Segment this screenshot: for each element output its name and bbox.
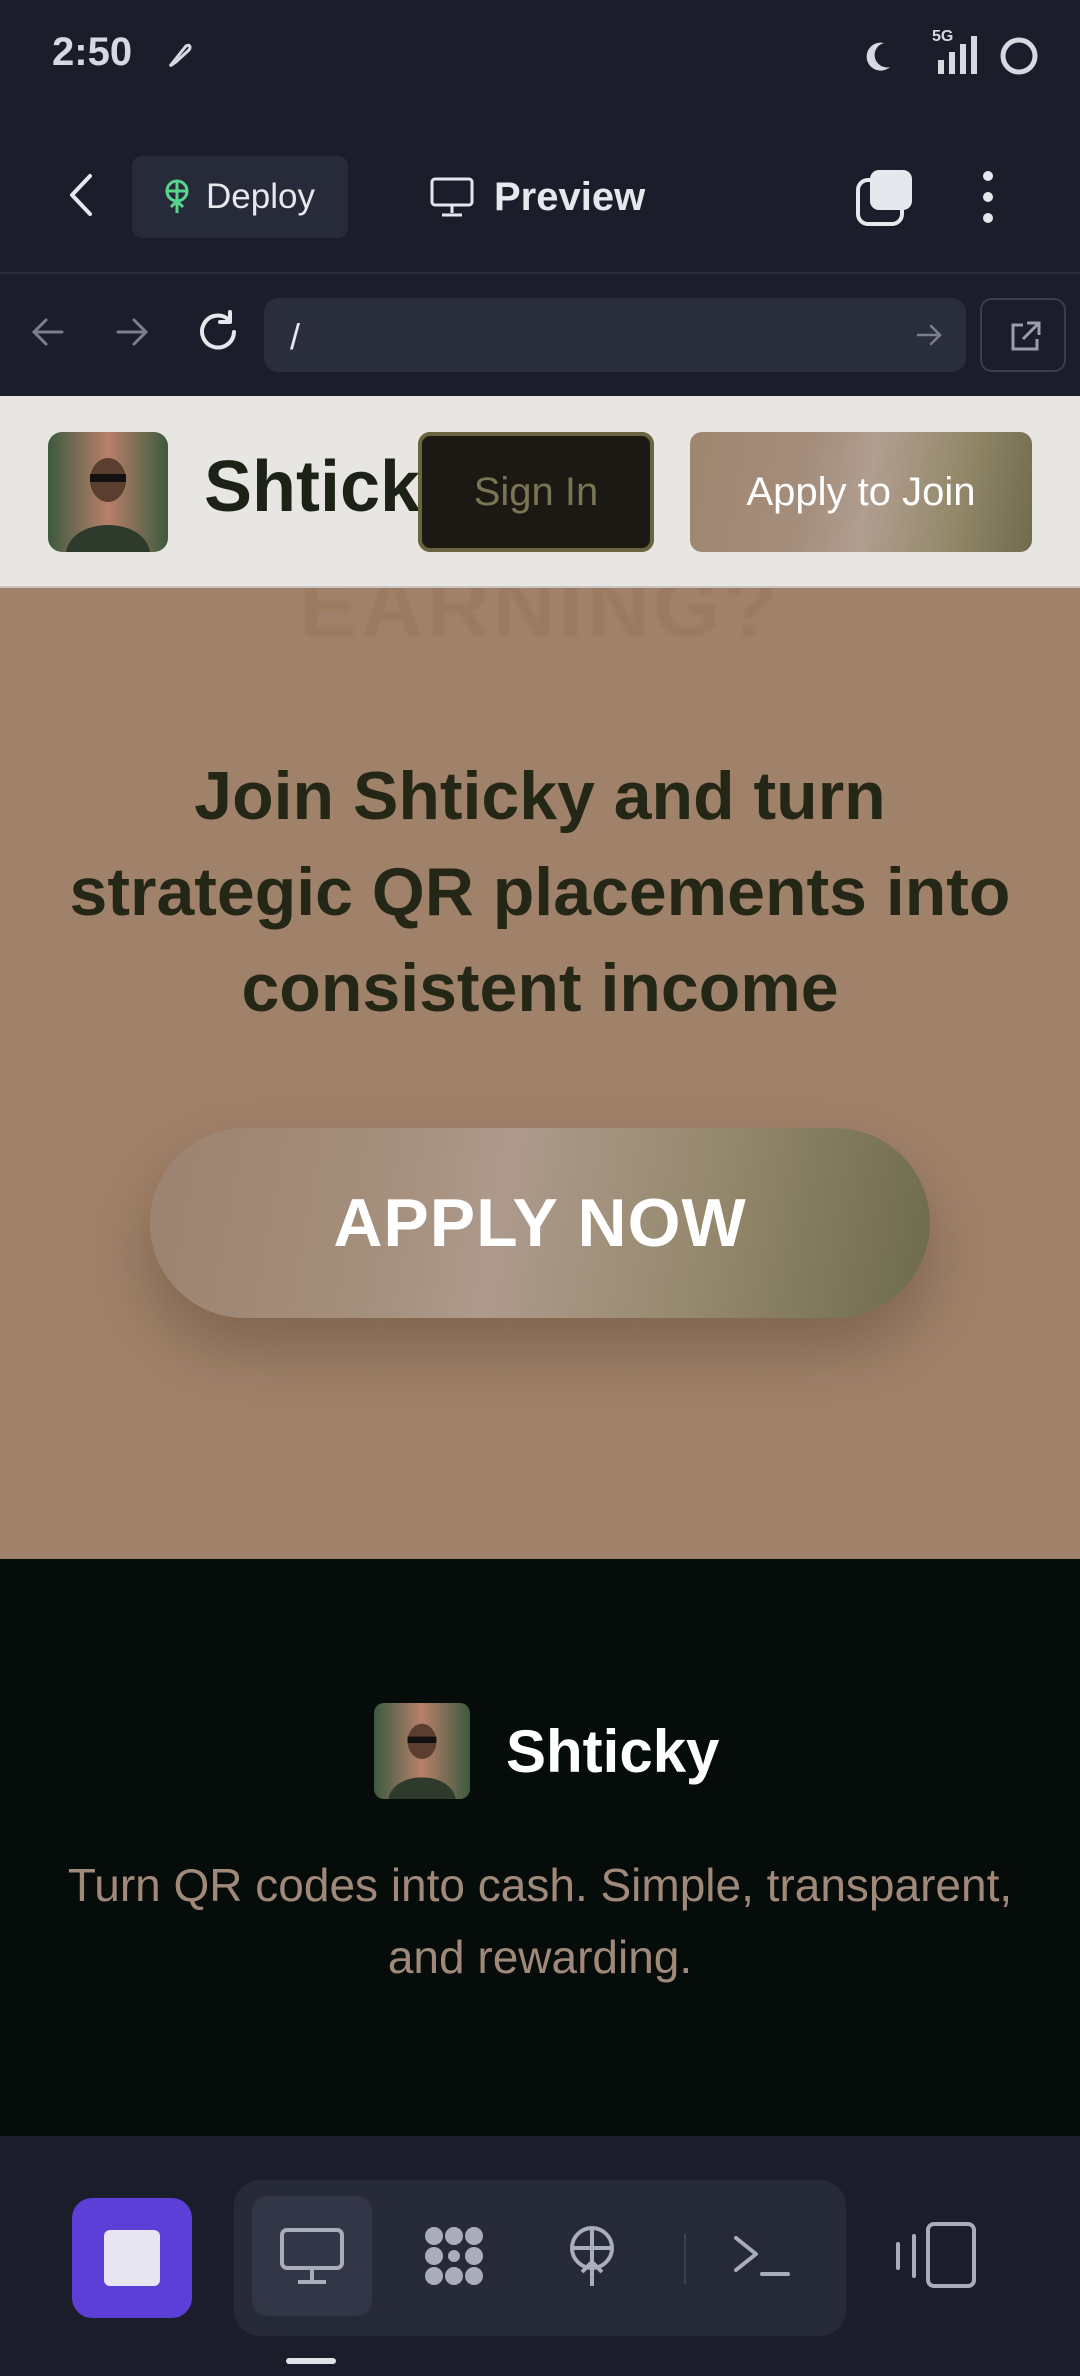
bottom-dock <box>0 2136 1080 2376</box>
monitor-icon <box>430 177 474 217</box>
dock-preview-button[interactable] <box>252 2196 372 2316</box>
home-indicator <box>286 2358 336 2364</box>
app-toolbar: Deploy Preview <box>0 118 1080 274</box>
circle-status-icon <box>1000 37 1038 75</box>
workspace-grid-icon <box>425 2227 483 2285</box>
url-field[interactable]: / <box>264 298 966 372</box>
tabs-icon[interactable] <box>854 166 916 228</box>
tab-preview[interactable]: Preview <box>430 166 645 228</box>
footer-tagline: Turn QR codes into cash. Simple, transpa… <box>67 1859 1013 1983</box>
apply-now-button[interactable]: APPLY NOW <box>150 1128 930 1318</box>
dock-divider <box>684 2234 686 2284</box>
dock-shell-button[interactable] <box>702 2196 822 2316</box>
footer-logo <box>374 1703 470 1799</box>
signal-icon: 5G <box>920 28 980 78</box>
status-icons: 5G <box>864 28 1040 78</box>
browser-bar: / <box>0 274 1080 396</box>
open-external-button[interactable] <box>980 298 1066 372</box>
preview-label: Preview <box>494 174 646 219</box>
site-logo[interactable] <box>48 432 168 552</box>
footer-brand: Shticky <box>0 1703 1080 1799</box>
url-text: / <box>290 316 301 357</box>
monitor-icon <box>280 2228 344 2284</box>
stop-button[interactable] <box>72 2198 192 2318</box>
web-preview: Shticky Sign In Apply to Join EARNING? J… <box>0 396 1080 2136</box>
deploy-icon <box>165 179 189 213</box>
logo-portrait-icon <box>48 432 168 552</box>
moon-icon <box>866 42 890 71</box>
status-bar: 2:50 5G <box>0 0 1080 118</box>
site-footer: Shticky Turn QR codes into cash. Simple,… <box>0 1559 1080 2136</box>
dock-tools <box>234 2180 846 2336</box>
stop-icon <box>104 2230 160 2286</box>
deploy-label: Deploy <box>206 177 315 216</box>
feather-icon <box>168 43 192 68</box>
back-arrow-icon[interactable] <box>58 170 108 220</box>
status-time: 2:50 <box>52 30 133 74</box>
go-arrow-icon[interactable] <box>914 320 944 350</box>
deploy-button[interactable]: Deploy <box>132 156 348 238</box>
footer-brand-name: Shticky <box>506 1718 720 1785</box>
footer-logo-portrait-icon <box>374 1703 470 1799</box>
nav-forward-icon[interactable] <box>112 312 152 352</box>
dock-workspace-button[interactable] <box>394 2196 514 2316</box>
external-link-icon <box>1011 321 1041 351</box>
hero-section: EARNING? Join Shticky and turn strategic… <box>0 559 1080 1559</box>
site-header: Shticky Sign In Apply to Join <box>0 396 1080 588</box>
dock-deploy-button[interactable] <box>532 2196 652 2316</box>
apply-to-join-button[interactable]: Apply to Join <box>690 432 1032 552</box>
hero-subtitle: Join Shticky and turn strategic QR place… <box>69 758 1011 1026</box>
terminal-icon <box>734 2236 790 2276</box>
deploy-icon <box>570 2226 614 2286</box>
more-vertical-icon[interactable] <box>966 166 1010 228</box>
device-layout-icon[interactable] <box>894 2216 984 2296</box>
nav-back-icon[interactable] <box>28 312 68 352</box>
reload-icon[interactable] <box>194 308 242 356</box>
sign-in-button[interactable]: Sign In <box>418 432 654 552</box>
